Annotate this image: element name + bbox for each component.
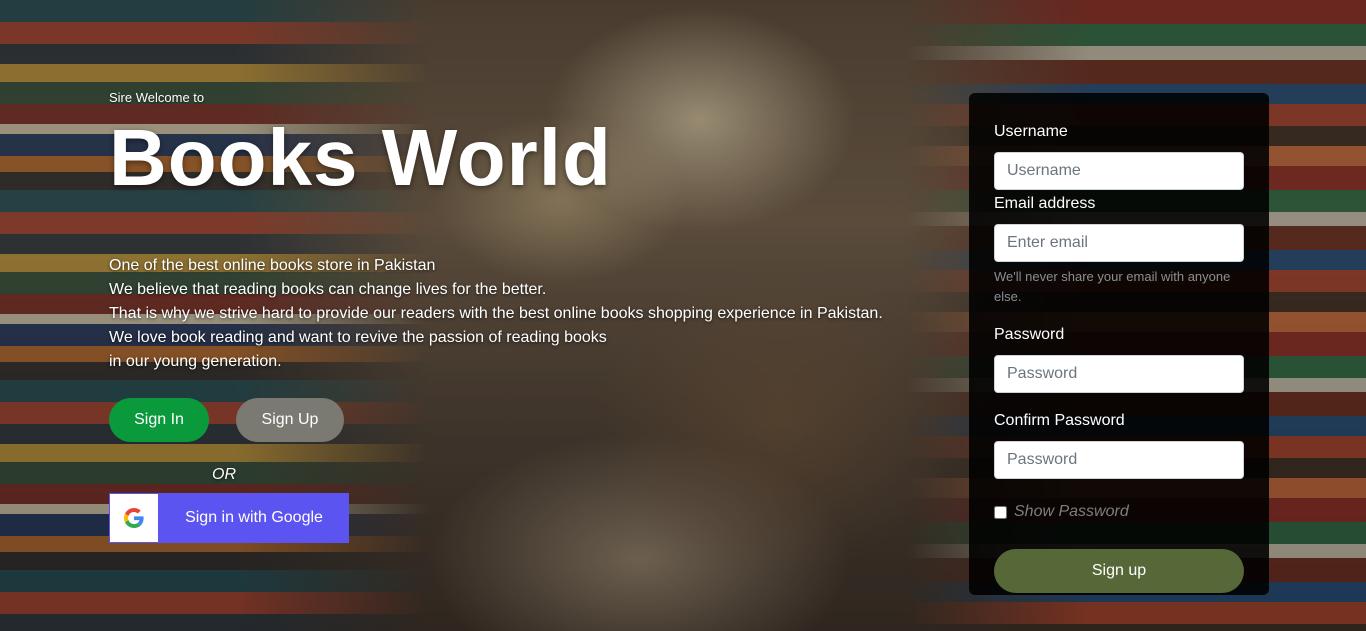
username-label: Username (994, 123, 1068, 140)
page: Sire Welcome to Books World One of the b… (0, 0, 1366, 631)
email-label: Email address (994, 195, 1096, 212)
confirm-password-label: Confirm Password (994, 412, 1125, 429)
google-sign-in-label: Sign in with Google (185, 509, 323, 526)
password-label: Password (994, 326, 1065, 343)
hero: Sire Welcome to Books World One of the b… (109, 90, 883, 374)
tagline-line: We believe that reading books can change… (109, 281, 547, 298)
tagline-line: One of the best online books store in Pa… (109, 257, 436, 274)
username-input[interactable] (994, 152, 1244, 190)
google-sign-in-button[interactable]: Sign in with Google (109, 493, 349, 543)
sign-in-button[interactable]: Sign In (109, 398, 209, 442)
signup-submit-button[interactable]: Sign up (994, 549, 1244, 593)
confirm-password-input[interactable] (994, 441, 1244, 479)
tagline-line: in our young generation. (109, 353, 282, 370)
show-password-checkbox[interactable] (994, 505, 1007, 519)
password-input[interactable] (994, 355, 1244, 393)
sign-up-button[interactable]: Sign Up (236, 398, 344, 442)
tagline-line: We love book reading and want to revive … (109, 329, 607, 346)
email-input[interactable] (994, 224, 1244, 262)
google-icon (110, 494, 158, 542)
show-password-label[interactable]: Show Password (1014, 503, 1129, 521)
site-title: Books World (109, 113, 612, 202)
signup-form: Username Email address We'll never share… (994, 122, 1244, 593)
tagline: One of the best online books store in Pa… (109, 254, 883, 374)
email-help-text: We'll never share your email with anyone… (994, 269, 1231, 304)
or-separator: OR (212, 466, 236, 483)
tagline-line: That is why we strive hard to provide ou… (109, 305, 883, 322)
auth-toggle-buttons: Sign In Sign Up (109, 398, 344, 442)
show-password-row: Show Password (994, 503, 1244, 521)
welcome-text: Sire Welcome to (109, 90, 205, 105)
